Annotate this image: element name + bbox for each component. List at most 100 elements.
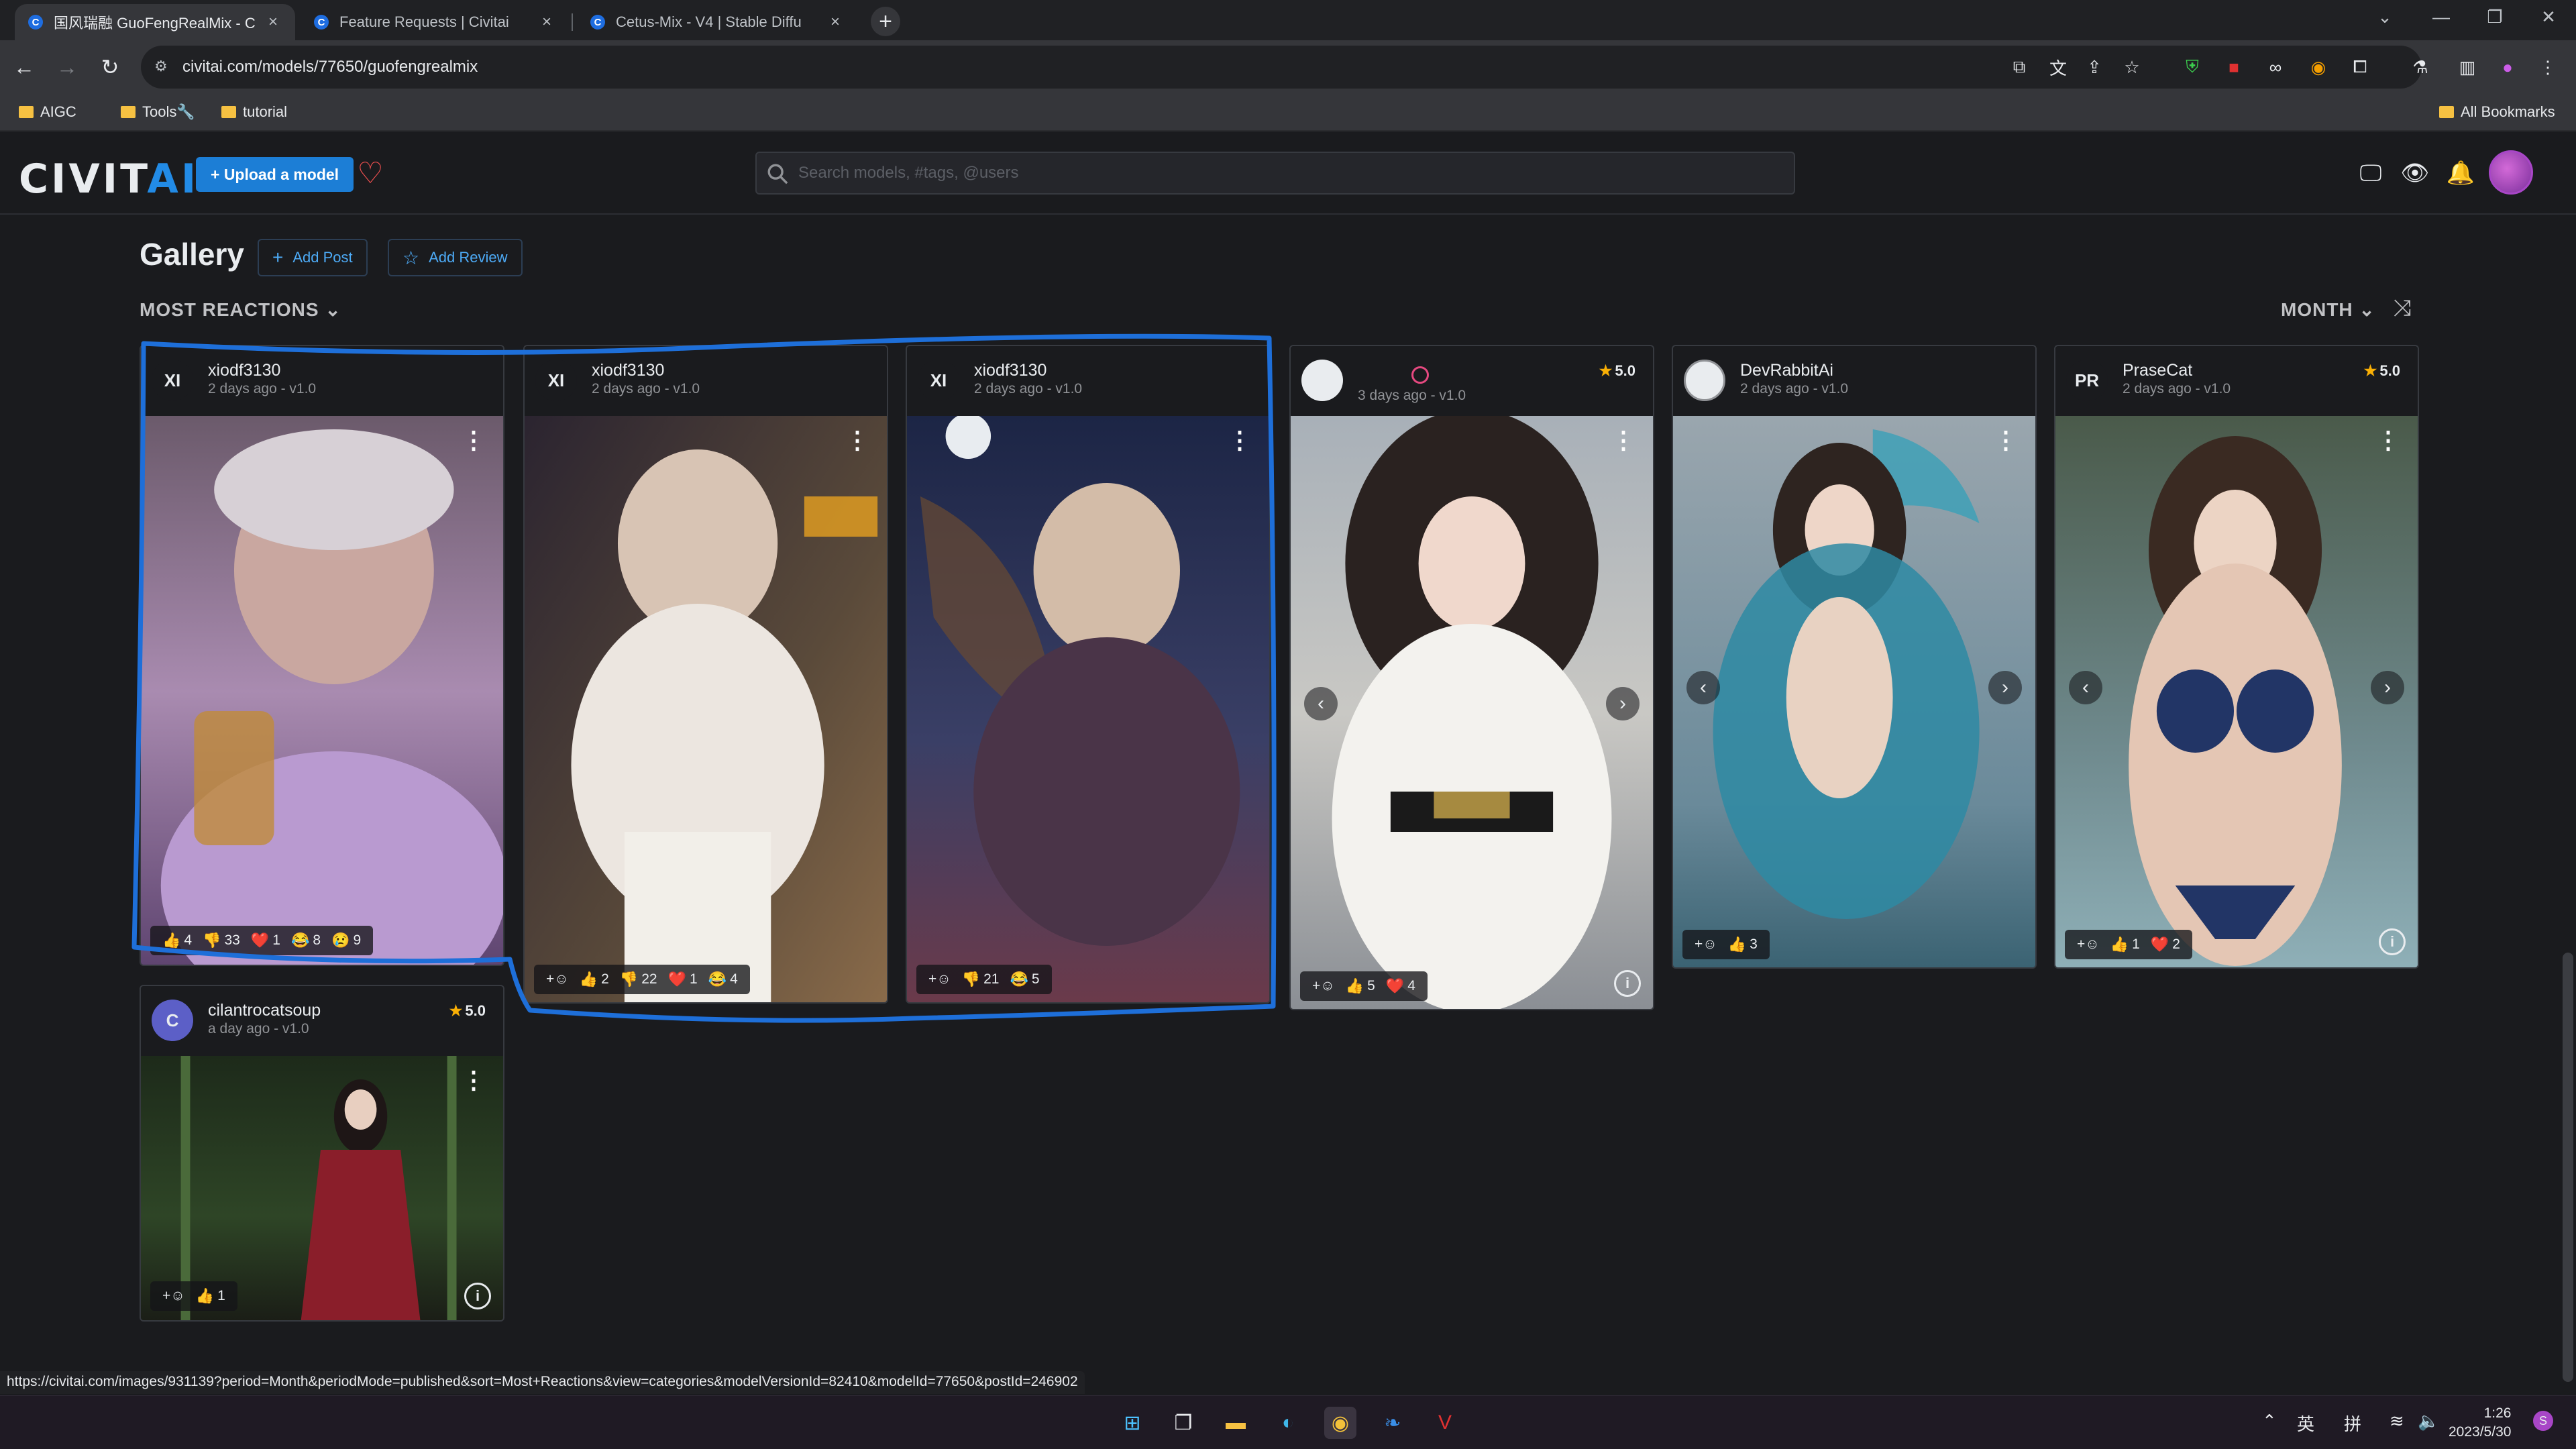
add-post-button[interactable]: + Add Post [258, 239, 368, 276]
reaction-heart[interactable]: ❤️ 4 [1386, 977, 1415, 995]
username[interactable]: DevRabbitAi [1740, 361, 1833, 380]
user-avatar[interactable] [2489, 150, 2533, 195]
vivaldi-browser-icon[interactable]: V [1429, 1407, 1461, 1439]
gallery-image[interactable] [907, 416, 1269, 1004]
user-avatar[interactable]: XI [152, 360, 193, 401]
reaction-laugh[interactable]: 😂 5 [1010, 971, 1039, 988]
civitai-logo[interactable]: CIVITAI [19, 156, 199, 203]
tab-feature-requests[interactable]: C Feature Requests | Civitai × [301, 4, 569, 40]
reload-icon[interactable]: ↻ [93, 50, 127, 85]
wifi-icon[interactable]: ≋ [2390, 1411, 2404, 1432]
info-icon[interactable]: i [464, 1283, 491, 1309]
info-icon[interactable]: i [1614, 970, 1641, 997]
reaction-like[interactable]: 👍 1 [196, 1287, 225, 1305]
reaction-heart[interactable]: ❤️ 2 [2151, 936, 2180, 953]
gallery-card[interactable]: XI xiodf3130 2 days ago - v1.0 ⋮ 👍 4 👎 33 … [140, 345, 504, 966]
task-view-icon[interactable]: ❐ [1167, 1407, 1199, 1439]
more-options-icon[interactable]: ⋮ [462, 1068, 486, 1092]
extensions-puzzle-icon[interactable]: ⧠ [2348, 55, 2372, 79]
share-icon[interactable]: ⇪ [2082, 55, 2106, 79]
user-avatar[interactable]: PR [2066, 360, 2108, 401]
user-avatar[interactable]: XI [535, 360, 577, 401]
upload-model-button[interactable]: + Upload a model [196, 157, 354, 192]
gallery-image[interactable] [525, 416, 887, 1004]
reaction-like[interactable]: 👍 3 [1728, 936, 1758, 953]
user-avatar[interactable] [1684, 360, 1725, 401]
system-clock[interactable]: 1:26 2023/5/30 [2449, 1404, 2511, 1442]
extension-red-icon[interactable]: ■ [2222, 55, 2246, 79]
profile-icon[interactable]: ● [2496, 55, 2520, 79]
labs-flask-icon[interactable]: ⚗ [2408, 55, 2432, 79]
more-options-icon[interactable]: ⋮ [462, 428, 486, 452]
gallery-image[interactable] [141, 416, 503, 966]
windows-start-icon[interactable]: ⊞ [1116, 1407, 1148, 1439]
chevron-right-icon[interactable]: › [2371, 671, 2404, 704]
sort-dropdown[interactable]: MOST REACTIONS ⌄ [140, 299, 341, 321]
more-options-icon[interactable]: ⋮ [845, 428, 869, 452]
chrome-browser-icon[interactable]: ◉ [1324, 1407, 1356, 1439]
reaction-heart[interactable]: ❤️ 1 [668, 971, 698, 988]
reactions-bar[interactable]: 👍 4 👎 33 ❤️ 1 😂 8 😢 9 [150, 926, 374, 955]
tray-overflow-icon[interactable]: ⌃ [2262, 1411, 2277, 1432]
reaction-cry[interactable]: 😢 9 [331, 932, 361, 949]
add-reaction-icon[interactable]: +☺ [2077, 936, 2100, 953]
side-panel-icon[interactable]: ▥ [2455, 55, 2479, 79]
eye-hidden-icon[interactable]: 👁 [2399, 157, 2431, 189]
reaction-like[interactable]: 👍 2 [580, 971, 609, 988]
volume-icon[interactable]: 🔈 [2418, 1411, 2439, 1432]
user-avatar[interactable] [1301, 360, 1343, 401]
tab-search-icon[interactable]: ⌄ [2361, 0, 2408, 34]
gallery-card[interactable]: 3 days ago - v1.0 ★ 5.0 ⋮ ‹ › +☺ 👍 5 ❤️ 4 i [1289, 345, 1654, 1010]
ime-mode[interactable]: 拼 [2344, 1411, 2361, 1436]
page-scrollbar[interactable] [2563, 953, 2573, 1382]
username[interactable]: xiodf3130 [208, 361, 280, 380]
user-avatar[interactable]: XI [918, 360, 959, 401]
bell-icon[interactable]: 🔔 [2445, 157, 2477, 189]
address-bar[interactable]: ⚙ civitai.com/models/77650/guofengrealmi… [141, 46, 2422, 89]
reactions-bar[interactable]: +☺ 👍 1 [150, 1281, 237, 1311]
chevron-left-icon[interactable]: ‹ [2069, 671, 2102, 704]
reaction-dislike[interactable]: 👎 33 [203, 932, 240, 949]
reaction-like[interactable]: 👍 5 [1346, 977, 1375, 995]
color-extension-icon[interactable]: ◉ [2306, 55, 2330, 79]
translate-icon[interactable]: 文 [2046, 55, 2070, 79]
heart-icon[interactable]: ♡ [352, 154, 389, 192]
gallery-card[interactable]: DevRabbitAi 2 days ago - v1.0 ⋮ ‹ › +☺ 👍… [1672, 345, 2037, 969]
glasses-extension-icon[interactable]: ∞ [2263, 55, 2288, 79]
reactions-bar[interactable]: +☺ 👎 21 😂 5 [916, 965, 1052, 994]
chevron-left-icon[interactable]: ‹ [1686, 671, 1720, 704]
username[interactable]: xiodf3130 [974, 361, 1046, 380]
reaction-like[interactable]: 👍 1 [2110, 936, 2140, 953]
more-options-icon[interactable]: ⋮ [1994, 428, 2018, 452]
notification-badge-icon[interactable]: S [2533, 1411, 2553, 1431]
forward-icon[interactable]: → [50, 50, 85, 85]
reaction-like[interactable]: 👍 4 [162, 932, 192, 949]
gallery-card[interactable]: XI xiodf3130 2 days ago - v1.0 ⋮ +☺ 👎 21 … [906, 345, 1271, 1004]
reaction-dislike[interactable]: 👎 22 [620, 971, 657, 988]
username[interactable]: xiodf3130 [592, 361, 664, 380]
username[interactable]: PraseCat [2123, 361, 2192, 380]
reactions-bar[interactable]: +☺ 👍 3 [1682, 930, 1770, 959]
close-tab-icon[interactable]: × [264, 13, 282, 32]
user-avatar[interactable]: C [152, 1000, 193, 1041]
restore-icon[interactable]: ❐ [2471, 0, 2518, 34]
edge-browser-icon[interactable]: ◐ [1272, 1407, 1304, 1439]
chevron-left-icon[interactable]: ‹ [1304, 687, 1338, 720]
bookmark-aigc[interactable]: AIGC [19, 103, 76, 121]
close-window-icon[interactable]: ✕ [2525, 0, 2572, 34]
period-dropdown[interactable]: MONTH ⌄ [2281, 299, 2375, 321]
gallery-card[interactable]: C cilantrocatsoup a day ago - v1.0 ★ 5.0 … [140, 985, 504, 1322]
chevron-right-icon[interactable]: › [1606, 687, 1640, 720]
back-icon[interactable]: ← [7, 50, 42, 85]
username[interactable]: cilantrocatsoup [208, 1001, 321, 1020]
gallery-image[interactable] [1291, 416, 1653, 1010]
reaction-heart[interactable]: ❤️ 1 [251, 932, 280, 949]
close-tab-icon[interactable]: × [826, 13, 844, 32]
info-icon[interactable]: i [2379, 928, 2406, 955]
more-options-icon[interactable]: ⋮ [1228, 428, 1252, 452]
tab-guofengrealmix[interactable]: C 国风瑞融 GuoFengRealMix - C × [15, 4, 295, 40]
install-app-icon[interactable]: ⧉ [2007, 55, 2031, 79]
reaction-laugh[interactable]: 😂 4 [708, 971, 738, 988]
close-tab-icon[interactable]: × [538, 13, 555, 32]
gallery-card[interactable]: XI xiodf3130 2 days ago - v1.0 ⋮ +☺ 👍 2 👎… [523, 345, 888, 1004]
